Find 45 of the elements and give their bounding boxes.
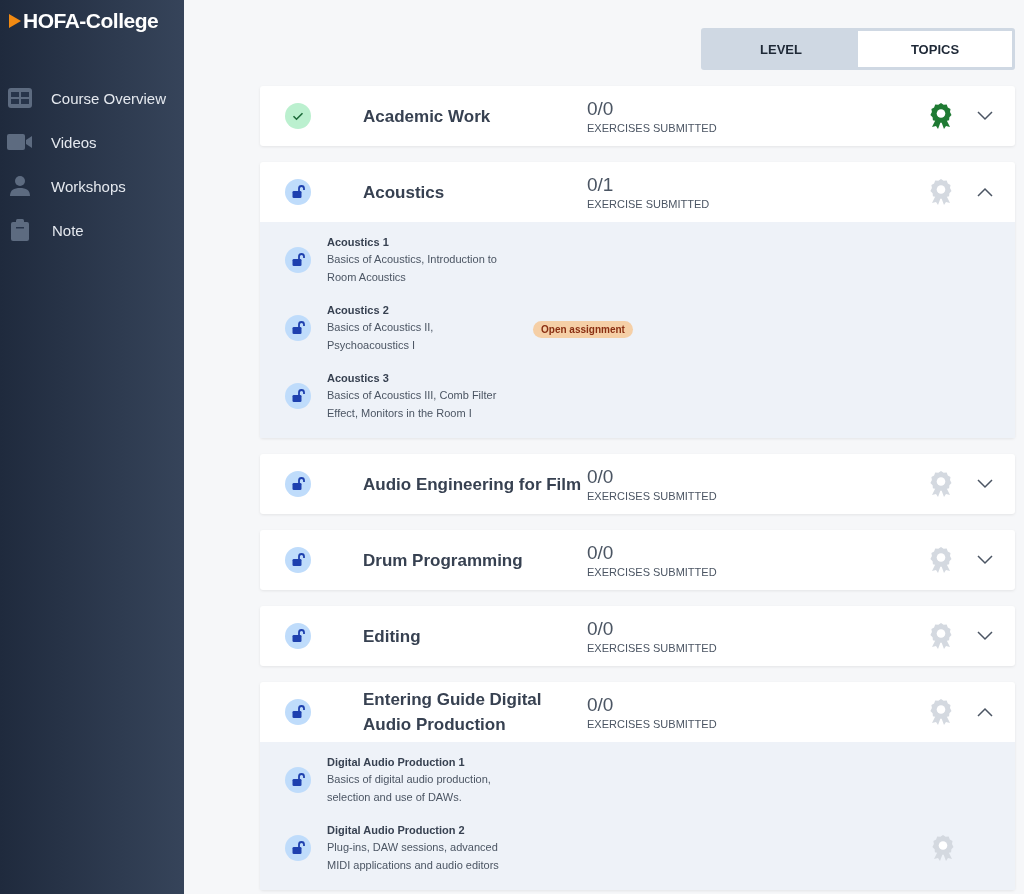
lesson-title[interactable]: Digital Audio Production 2: [327, 822, 513, 838]
lesson-description: Basics of Acoustics, Introduction to Room Acoustics: [327, 252, 498, 285]
lesson-title[interactable]: Digital Audio Production 1: [327, 754, 513, 770]
topic-title[interactable]: Drum Programming: [363, 543, 587, 577]
exercise-count-label: EXERCISES SUBMITTED: [587, 490, 718, 502]
exercise-count-label: EXERCISES SUBMITTED: [587, 718, 718, 730]
video-camera-icon: [7, 134, 33, 150]
topic-title[interactable]: Acoustics: [363, 175, 587, 209]
topic-title[interactable]: Academic Work: [363, 99, 587, 133]
exercise-count: 0/1: [587, 174, 615, 196]
exercise-count-label: EXERCISE SUBMITTED: [587, 198, 711, 210]
toggle-tab[interactable]: LEVEL: [704, 31, 858, 67]
logo[interactable]: HOFA-College: [0, 0, 184, 33]
clipboard-icon: [11, 219, 29, 241]
status-badge: Open assignment: [533, 321, 633, 338]
lesson-description: Basics of Acoustics III, Comb Filter Effect, Monitors in the Room I: [327, 388, 498, 421]
sidebar-item[interactable]: Note: [0, 218, 184, 242]
lesson-description: Plug-ins, DAW sessions, advanced MIDI applications and audio editors: [327, 840, 500, 873]
unlocked-padlock-icon: [285, 835, 311, 861]
lesson-title[interactable]: Acoustics 3: [327, 370, 513, 386]
exercise-count-label: EXERCISES SUBMITTED: [587, 122, 718, 134]
lesson-description: Basics of digital audio production, selection and use of DAWs.: [327, 772, 492, 805]
exercise-count-label: EXERCISES SUBMITTED: [587, 566, 718, 578]
lesson-description: Basics of Acoustics II, Psychoacoustics I: [327, 320, 435, 353]
exercise-count: 0/0: [587, 618, 615, 640]
topic-title[interactable]: Audio Engineering for Film: [363, 467, 587, 501]
sidebar-item[interactable]: Videos: [0, 130, 184, 154]
toggle-tab[interactable]: TOPICS: [858, 31, 1012, 67]
topic-title[interactable]: Editing: [363, 619, 587, 653]
unlocked-padlock-icon: [285, 383, 311, 409]
topic-title[interactable]: Entering Guide Digital Audio Production: [363, 683, 587, 741]
exercise-count: 0/0: [587, 694, 615, 716]
lesson-title[interactable]: Acoustics 1: [327, 234, 513, 250]
exercise-count-label: EXERCISES SUBMITTED: [587, 642, 718, 654]
exercise-count: 0/0: [587, 542, 615, 564]
unlocked-padlock-icon: [285, 247, 311, 273]
sidebar-item[interactable]: Course Overview: [0, 86, 184, 110]
grid-icon: [8, 88, 32, 108]
unlocked-padlock-icon: [285, 315, 311, 341]
lesson-title[interactable]: Acoustics 2: [327, 302, 513, 318]
sidebar-item[interactable]: Workshops: [0, 174, 184, 198]
unlocked-padlock-icon: [285, 767, 311, 793]
exercise-count: 0/0: [587, 466, 615, 488]
person-icon: [10, 176, 30, 196]
exercise-count: 0/0: [587, 98, 615, 120]
